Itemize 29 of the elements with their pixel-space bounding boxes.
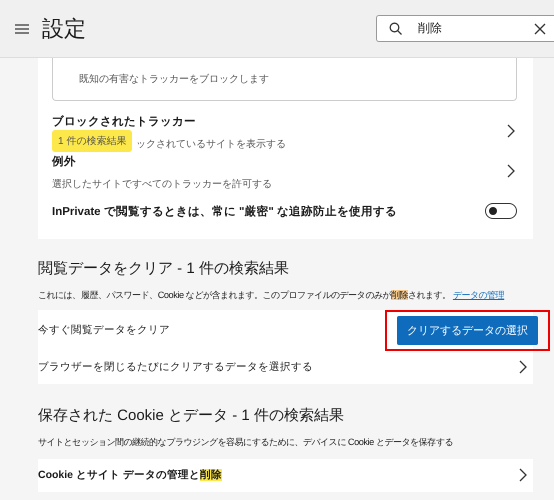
setting-label: Cookie とサイト データの管理と <box>38 469 200 482</box>
setting-label: 今すぐ閲覧データをクリア <box>38 323 170 338</box>
page-title: 設定 <box>42 14 86 42</box>
setting-label: ブラウザーを閉じるたびにクリアするデータを選択する <box>38 360 313 374</box>
search-field[interactable]: 削除 <box>376 15 554 42</box>
chevron-right-icon <box>507 164 515 178</box>
chevron-right-icon <box>507 124 515 138</box>
close-icon[interactable] <box>534 22 546 34</box>
section-heading: 閲覧データをクリア - 1 件の検索結果 <box>38 259 290 278</box>
search-result-tooltip: 1 件の検索結果 <box>52 130 132 152</box>
setting-title: 例外 <box>52 154 77 169</box>
toggle-switch[interactable] <box>485 203 517 219</box>
option-description: 既知の有害なトラッカーをブロックします <box>79 72 269 86</box>
chevron-right-icon <box>519 360 527 374</box>
search-highlight: 削除 <box>390 290 408 300</box>
chevron-right-icon <box>519 468 527 482</box>
section-heading: 保存された Cookie とデータ - 1 件の検索結果 <box>38 406 345 425</box>
search-icon <box>389 22 402 35</box>
setting-description: 選択したサイトですべてのトラッカーを許可する <box>52 179 272 190</box>
description-text: されます。 <box>408 290 451 300</box>
choose-data-button[interactable]: クリアするデータの選択 <box>397 316 538 345</box>
setting-description: ックされているサイトを表示する <box>136 139 286 150</box>
setting-title: ブロックされたトラッカー <box>52 114 197 129</box>
manage-data-link[interactable]: データの管理 <box>452 290 504 300</box>
description-text: これには、履歴、パスワード、Cookie などが含まれます。このプロファイルのデータのみが <box>38 290 391 300</box>
section-description: サイトとセッション間の継続的なブラウジングを容易にするために、デバイスに Cookie とデータを保存する <box>38 436 454 449</box>
search-highlight: 削除 <box>200 469 222 482</box>
menu-icon[interactable] <box>15 24 29 34</box>
setting-title: InPrivate で閲覧するときは、常に "厳密" な追跡防止を使用する <box>52 204 398 218</box>
